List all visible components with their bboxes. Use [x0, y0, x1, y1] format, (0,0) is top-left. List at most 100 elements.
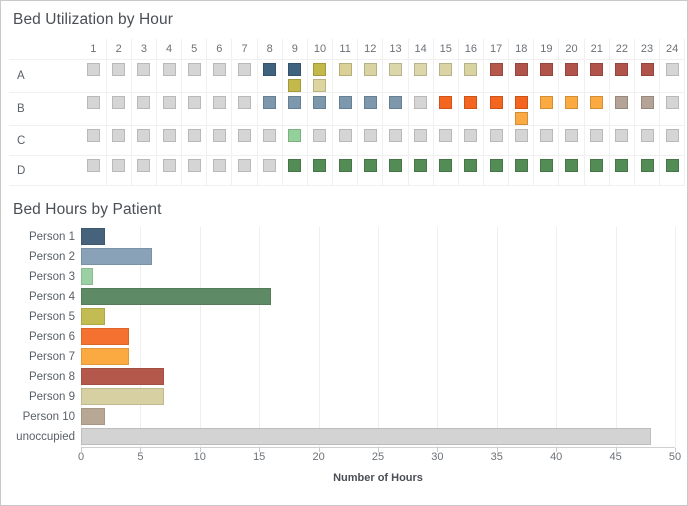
- heatmap-cell[interactable]: [584, 59, 610, 93]
- heatmap-cell[interactable]: [206, 125, 233, 156]
- heatmap-cell[interactable]: [181, 125, 208, 156]
- heatmap-cell[interactable]: [483, 92, 510, 126]
- heatmap-cell[interactable]: [131, 155, 157, 186]
- heatmap-mark[interactable]: [514, 63, 528, 76]
- heatmap-mark[interactable]: [313, 129, 327, 142]
- heatmap-cell[interactable]: [634, 155, 661, 186]
- heatmap-cell[interactable]: [634, 59, 661, 93]
- heatmap-cell[interactable]: [206, 155, 233, 186]
- heatmap-mark[interactable]: [539, 96, 553, 109]
- heatmap-cell[interactable]: [508, 59, 535, 93]
- heatmap-mark[interactable]: [514, 129, 528, 142]
- heatmap-cell[interactable]: [257, 125, 283, 156]
- heatmap-mark[interactable]: [439, 96, 453, 109]
- heatmap-mark[interactable]: [187, 96, 201, 109]
- heatmap-mark[interactable]: [439, 129, 453, 142]
- heatmap-cell[interactable]: [533, 92, 560, 126]
- heatmap-mark[interactable]: [539, 159, 553, 172]
- heatmap-cell[interactable]: [382, 92, 409, 126]
- heatmap-cell[interactable]: [458, 155, 485, 186]
- heatmap-mark[interactable]: [338, 96, 352, 109]
- heatmap-cell[interactable]: [558, 92, 585, 126]
- heatmap-cell[interactable]: [282, 59, 308, 93]
- heatmap-cell[interactable]: [156, 59, 183, 93]
- heatmap-mark[interactable]: [439, 159, 453, 172]
- heatmap-cell[interactable]: [332, 92, 359, 126]
- heatmap-mark[interactable]: [363, 129, 377, 142]
- heatmap-cell[interactable]: [131, 92, 157, 126]
- heatmap-mark[interactable]: [313, 63, 327, 76]
- heatmap-cell[interactable]: [81, 155, 107, 186]
- heatmap-cell[interactable]: [533, 125, 560, 156]
- heatmap-mark[interactable]: [112, 96, 126, 109]
- heatmap-cell[interactable]: [609, 59, 635, 93]
- heatmap-cell[interactable]: [609, 92, 635, 126]
- heatmap-mark[interactable]: [590, 96, 604, 109]
- heatmap-mark[interactable]: [288, 129, 302, 142]
- heatmap-cell[interactable]: [357, 125, 384, 156]
- heatmap-mark[interactable]: [665, 63, 679, 76]
- heatmap-mark[interactable]: [238, 159, 252, 172]
- heatmap-mark[interactable]: [288, 96, 302, 109]
- heatmap-mark[interactable]: [615, 96, 629, 109]
- bar[interactable]: [81, 308, 105, 325]
- heatmap-mark[interactable]: [414, 159, 428, 172]
- heatmap-cell[interactable]: [156, 125, 183, 156]
- heatmap-mark[interactable]: [640, 63, 654, 76]
- heatmap-cell[interactable]: [206, 92, 233, 126]
- heatmap-cell[interactable]: [206, 59, 233, 93]
- heatmap-mark[interactable]: [363, 63, 377, 76]
- heatmap-mark[interactable]: [263, 159, 277, 172]
- heatmap-cell[interactable]: [659, 155, 686, 186]
- heatmap-mark[interactable]: [112, 63, 126, 76]
- heatmap-mark[interactable]: [640, 129, 654, 142]
- heatmap-mark[interactable]: [363, 96, 377, 109]
- heatmap-cell[interactable]: [408, 155, 434, 186]
- heatmap-cell[interactable]: [382, 59, 409, 93]
- bar[interactable]: [81, 348, 129, 365]
- bar[interactable]: [81, 428, 652, 445]
- heatmap-cell[interactable]: [433, 125, 459, 156]
- heatmap-mark[interactable]: [187, 63, 201, 76]
- heatmap-cell[interactable]: [332, 125, 359, 156]
- heatmap-cell[interactable]: [458, 92, 485, 126]
- heatmap-mark[interactable]: [263, 63, 277, 76]
- heatmap-mark[interactable]: [313, 159, 327, 172]
- heatmap-mark[interactable]: [388, 129, 402, 142]
- heatmap-mark[interactable]: [464, 129, 478, 142]
- heatmap-cell[interactable]: [332, 59, 359, 93]
- heatmap-cell[interactable]: [533, 155, 560, 186]
- heatmap-mark[interactable]: [388, 96, 402, 109]
- heatmap-cell[interactable]: [181, 155, 208, 186]
- heatmap-cell[interactable]: [257, 155, 283, 186]
- heatmap-mark[interactable]: [514, 159, 528, 172]
- heatmap-cell[interactable]: [558, 59, 585, 93]
- heatmap-cell[interactable]: [483, 125, 510, 156]
- heatmap-mark[interactable]: [590, 159, 604, 172]
- heatmap-cell[interactable]: [584, 155, 610, 186]
- heatmap-mark[interactable]: [388, 159, 402, 172]
- heatmap-mark[interactable]: [414, 96, 428, 109]
- heatmap-mark[interactable]: [489, 63, 503, 76]
- heatmap-cell[interactable]: [131, 59, 157, 93]
- heatmap-cell[interactable]: [106, 92, 132, 126]
- heatmap-mark[interactable]: [263, 129, 277, 142]
- bar[interactable]: [81, 408, 105, 425]
- heatmap-cell[interactable]: [659, 125, 686, 156]
- heatmap-cell[interactable]: [181, 92, 208, 126]
- heatmap-mark[interactable]: [212, 63, 226, 76]
- heatmap-cell[interactable]: [106, 155, 132, 186]
- heatmap-mark[interactable]: [212, 96, 226, 109]
- heatmap-mark[interactable]: [388, 63, 402, 76]
- heatmap-cell[interactable]: [257, 59, 283, 93]
- heatmap-mark[interactable]: [187, 159, 201, 172]
- heatmap-cell[interactable]: [307, 155, 334, 186]
- heatmap-cell[interactable]: [433, 155, 459, 186]
- heatmap-mark[interactable]: [565, 159, 579, 172]
- heatmap-mark[interactable]: [86, 96, 100, 109]
- heatmap-cell[interactable]: [508, 125, 535, 156]
- heatmap-cell[interactable]: [483, 59, 510, 93]
- bar[interactable]: [81, 288, 272, 305]
- heatmap-mark[interactable]: [565, 63, 579, 76]
- heatmap-mark[interactable]: [238, 63, 252, 76]
